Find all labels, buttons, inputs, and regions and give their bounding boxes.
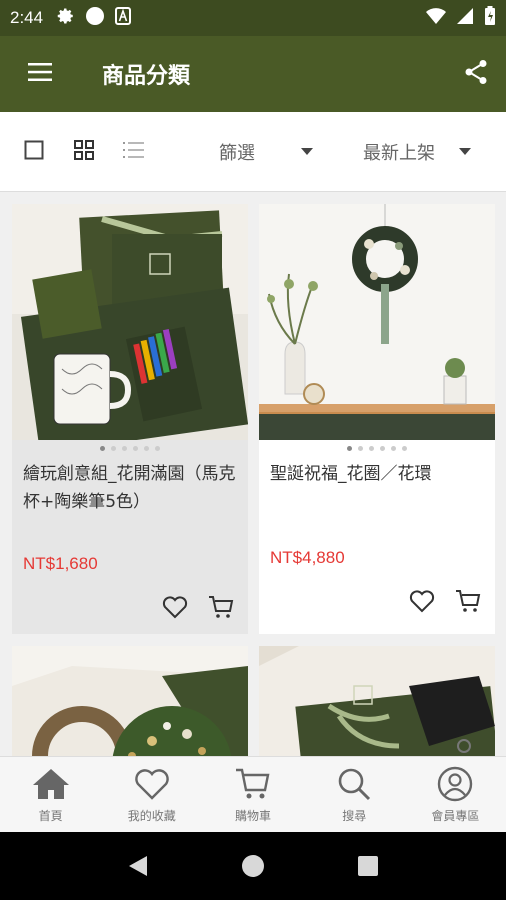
product-actions [409, 588, 481, 614]
grid-view-button[interactable] [59, 127, 109, 177]
status-left-icons [57, 6, 132, 30]
grid-view-icon [74, 139, 94, 164]
wifi-icon [426, 7, 446, 29]
product-title[interactable]: 聖誕祝福_花圈／花環 [270, 460, 485, 488]
share-button[interactable] [446, 36, 506, 112]
pagination-dot [122, 446, 127, 451]
pagination-dot [369, 446, 374, 451]
product-card[interactable]: 繪玩創意組_花開滿園（馬克杯+陶樂筆5色） NT$1,680 [12, 204, 248, 634]
font-a-icon [115, 7, 132, 29]
pagination-dot [347, 446, 352, 451]
home-icon [31, 765, 71, 803]
pagination-dot [155, 446, 160, 451]
battery-icon [484, 6, 496, 30]
single-view-button[interactable] [9, 127, 59, 177]
nav-item-search[interactable]: 搜尋 [304, 757, 405, 832]
back-button[interactable] [118, 846, 158, 886]
circle-icon [85, 6, 105, 30]
product-price: NT$1,680 [23, 554, 98, 573]
filter-label: 篩選 [219, 142, 255, 164]
product-image[interactable] [259, 646, 495, 756]
list-view-icon [123, 141, 145, 163]
product-title[interactable]: 繪玩創意組_花開滿園（馬克杯+陶樂筆5色） [23, 460, 238, 516]
pagination-dot [133, 446, 138, 451]
nav-item-home[interactable]: 首頁 [0, 757, 101, 832]
system-navigation-bar [0, 832, 506, 900]
sort-label: 最新上架 [363, 142, 435, 164]
status-time: 2:44 [10, 8, 44, 27]
bottom-navigation: 首頁 我的收藏 購物車 搜尋 會員專區 [0, 756, 506, 832]
product-card[interactable] [259, 646, 495, 756]
cart-icon [209, 596, 234, 618]
filter-dropdown[interactable]: 篩選 [219, 139, 313, 165]
add-to-cart-button[interactable] [208, 594, 234, 620]
nav-label: 會員專區 [431, 809, 480, 823]
product-card[interactable] [12, 646, 248, 756]
product-image[interactable] [12, 646, 248, 756]
nav-label: 購物車 [235, 809, 272, 823]
product-card[interactable]: 聖誕祝福_花圈／花環 NT$4,880 [259, 204, 495, 634]
heart-icon [409, 590, 435, 613]
product-image[interactable] [12, 204, 248, 440]
gear-icon [57, 7, 75, 29]
page-title: 商品分類 [102, 64, 191, 89]
nav-item-cart[interactable]: 購物車 [202, 757, 303, 832]
pagination-dot [111, 446, 116, 451]
status-bar: 2:44 [0, 0, 506, 36]
product-grid: 繪玩創意組_花開滿園（馬克杯+陶樂筆5色） NT$1,680 聖誕祝福_花圈／花… [0, 192, 506, 756]
home-button[interactable] [233, 846, 273, 886]
status-right-icons [426, 6, 496, 30]
pagination-dot [402, 446, 407, 451]
signal-icon [456, 7, 474, 29]
nav-label: 我的收藏 [127, 809, 176, 823]
cart-icon [456, 590, 481, 612]
share-icon [464, 59, 488, 89]
home-circle-icon [241, 855, 264, 877]
image-pagination-dots [12, 446, 248, 451]
nav-label: 首頁 [38, 809, 63, 823]
account-icon [435, 765, 475, 803]
recents-square-icon [358, 856, 379, 876]
menu-button[interactable] [0, 36, 80, 112]
heart-icon [162, 596, 188, 619]
product-image[interactable] [259, 204, 495, 440]
pagination-dot [144, 446, 149, 451]
favorite-button[interactable] [409, 588, 435, 614]
hamburger-menu-icon [28, 62, 52, 86]
back-triangle-icon [128, 856, 147, 876]
add-to-cart-button[interactable] [455, 588, 481, 614]
pagination-dot [380, 446, 385, 451]
list-view-button[interactable] [109, 127, 159, 177]
recents-button[interactable] [348, 846, 388, 886]
nav-item-account[interactable]: 會員專區 [405, 757, 506, 832]
favorite-button[interactable] [162, 594, 188, 620]
pagination-dot [391, 446, 396, 451]
nav-label: 搜尋 [342, 809, 367, 823]
nav-item-favorites[interactable]: 我的收藏 [101, 757, 202, 832]
single-view-icon [24, 140, 44, 164]
app-bar: 商品分類 [0, 36, 506, 112]
pagination-dot [100, 446, 105, 451]
heart-icon [132, 765, 172, 803]
image-pagination-dots [259, 446, 495, 451]
chevron-down-icon [459, 148, 471, 155]
search-icon [334, 765, 374, 803]
product-price: NT$4,880 [270, 548, 345, 567]
pagination-dot [358, 446, 363, 451]
filter-bar: 篩選 最新上架 [0, 112, 506, 192]
cart-icon [233, 765, 273, 803]
sort-dropdown[interactable]: 最新上架 [363, 139, 471, 165]
chevron-down-icon [301, 148, 313, 155]
product-actions [162, 594, 234, 620]
